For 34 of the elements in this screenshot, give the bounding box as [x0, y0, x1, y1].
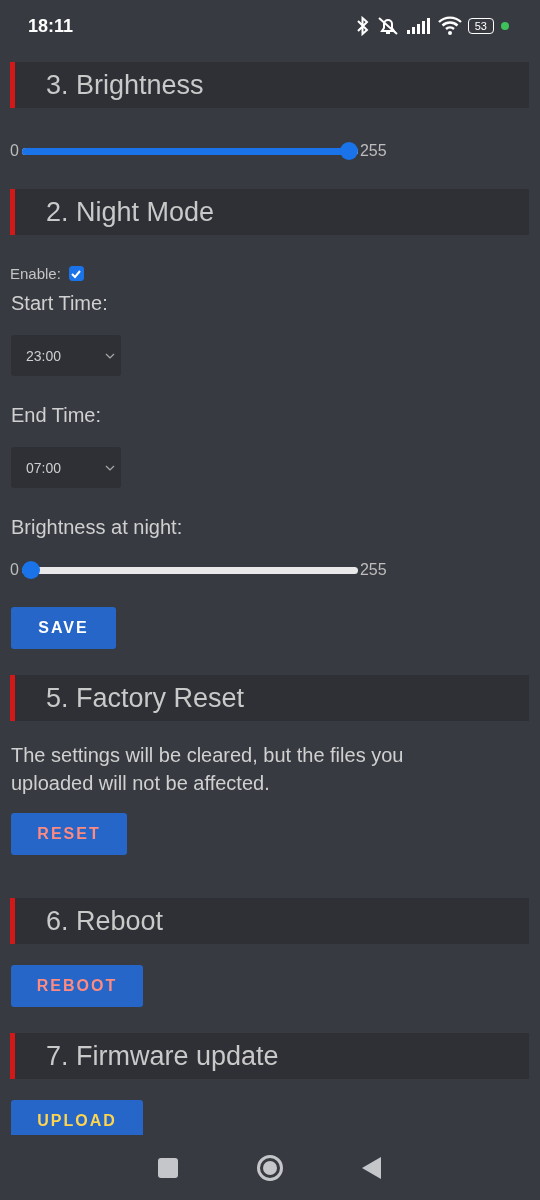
section-title: 6. Reboot [46, 905, 164, 937]
battery-icon: 53 [467, 18, 494, 34]
section-title: 2. Night Mode [46, 196, 215, 228]
chevron-down-icon [105, 464, 115, 471]
slider-thumb[interactable] [339, 142, 358, 160]
home-icon[interactable] [256, 1153, 284, 1182]
start-time-select[interactable]: 23:00 [11, 335, 121, 376]
wifi-icon [437, 16, 462, 36]
slider-thumb[interactable] [21, 561, 40, 579]
bluetooth-icon [355, 16, 370, 36]
enable-label: Enable: [10, 265, 61, 282]
start-time-label: Start Time: [11, 292, 109, 315]
end-time-label: End Time: [11, 404, 103, 427]
reset-description: The settings will be cleared, but the files you uploaded will not be affected. [11, 743, 405, 796]
night-brightness-label: Brightness at night: [11, 516, 184, 539]
section-title: 3. Brightness [46, 69, 204, 101]
slider-min-label: 0 [10, 142, 19, 160]
chevron-down-icon [105, 352, 115, 359]
enable-checkbox[interactable] [68, 266, 84, 281]
action-button[interactable]: SAVE [11, 607, 116, 649]
slider-min-label: 0 [10, 561, 19, 579]
slider-max-label: 255 [359, 561, 387, 579]
back-icon[interactable] [361, 1155, 384, 1180]
action-button[interactable]: UPLOAD [11, 1100, 143, 1135]
section-title: 7. Firmware update [46, 1040, 279, 1072]
slider[interactable] [21, 142, 358, 160]
recent-apps-icon[interactable] [156, 1156, 179, 1179]
slider-max-label: 255 [359, 142, 387, 160]
section-title: 5. Factory Reset [46, 682, 245, 714]
signal-icon [405, 17, 432, 35]
status-time: 18:11 [28, 15, 74, 37]
slider[interactable] [21, 561, 358, 579]
end-time-select[interactable]: 07:00 [11, 447, 121, 488]
status-dot-icon [500, 21, 510, 31]
